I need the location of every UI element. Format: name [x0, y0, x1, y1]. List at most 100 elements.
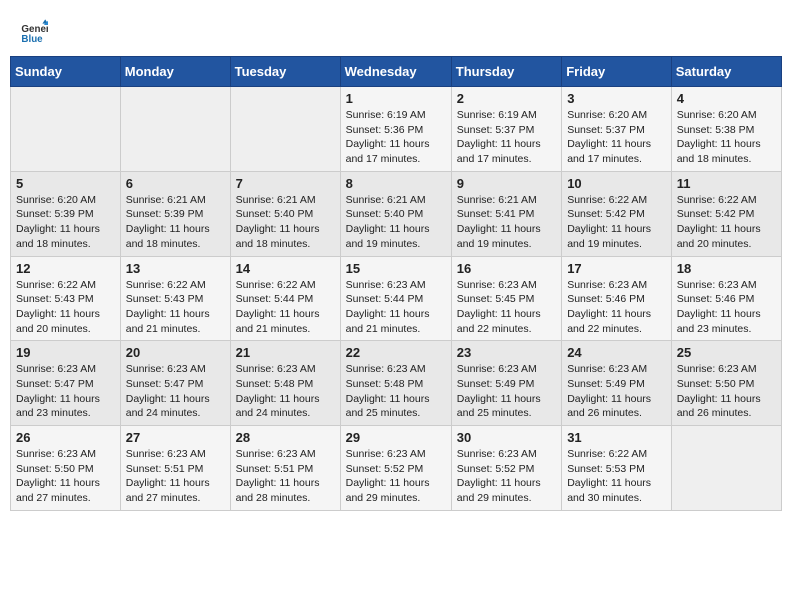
day-number: 1 — [346, 91, 446, 106]
day-info: Sunrise: 6:23 AMSunset: 5:46 PMDaylight:… — [677, 278, 776, 337]
day-cell: 13 Sunrise: 6:22 AMSunset: 5:43 PMDayligh… — [120, 256, 230, 341]
day-number: 6 — [126, 176, 225, 191]
day-cell: 1 Sunrise: 6:19 AMSunset: 5:36 PMDaylight… — [340, 87, 451, 172]
day-info: Sunrise: 6:23 AMSunset: 5:44 PMDaylight:… — [346, 278, 446, 337]
day-cell: 16Sunrise: 6:23 AMSunset: 5:45 PMDayligh… — [451, 256, 561, 341]
day-cell: 23Sunrise: 6:23 AMSunset: 5:49 PMDayligh… — [451, 341, 561, 426]
day-cell: 8 Sunrise: 6:21 AMSunset: 5:40 PMDaylight… — [340, 171, 451, 256]
day-cell: 21 Sunrise: 6:23 AMSunset: 5:48 PMDayligh… — [230, 341, 340, 426]
day-number: 3 — [567, 91, 666, 106]
day-number: 25 — [677, 345, 776, 360]
day-number: 14 — [236, 261, 335, 276]
day-info: Sunrise: 6:22 AMSunset: 5:42 PMDaylight:… — [567, 193, 666, 252]
logo: General Blue — [20, 18, 50, 46]
day-number: 11 — [677, 176, 776, 191]
day-cell: 15 Sunrise: 6:23 AMSunset: 5:44 PMDayligh… — [340, 256, 451, 341]
week-row-2: 5 Sunrise: 6:20 AMSunset: 5:39 PMDaylight… — [11, 171, 782, 256]
day-cell: 14 Sunrise: 6:22 AMSunset: 5:44 PMDayligh… — [230, 256, 340, 341]
day-number: 22 — [346, 345, 446, 360]
day-info: Sunrise: 6:20 AMSunset: 5:38 PMDaylight:… — [677, 108, 776, 167]
day-cell: 22 Sunrise: 6:23 AMSunset: 5:48 PMDayligh… — [340, 341, 451, 426]
day-info: Sunrise: 6:21 AMSunset: 5:39 PMDaylight:… — [126, 193, 225, 252]
day-number: 30 — [457, 430, 556, 445]
day-number: 27 — [126, 430, 225, 445]
day-info: Sunrise: 6:23 AMSunset: 5:51 PMDaylight:… — [126, 447, 225, 506]
day-info: Sunrise: 6:19 AMSunset: 5:37 PMDaylight:… — [457, 108, 556, 167]
day-cell: 6 Sunrise: 6:21 AMSunset: 5:39 PMDaylight… — [120, 171, 230, 256]
day-number: 15 — [346, 261, 446, 276]
day-cell: 28Sunrise: 6:23 AMSunset: 5:51 PMDayligh… — [230, 426, 340, 511]
day-cell: 31 Sunrise: 6:22 AMSunset: 5:53 PMDayligh… — [562, 426, 672, 511]
day-number: 8 — [346, 176, 446, 191]
day-info: Sunrise: 6:22 AMSunset: 5:44 PMDaylight:… — [236, 278, 335, 337]
day-info: Sunrise: 6:23 AMSunset: 5:48 PMDaylight:… — [236, 362, 335, 421]
day-number: 21 — [236, 345, 335, 360]
day-cell: 5 Sunrise: 6:20 AMSunset: 5:39 PMDaylight… — [11, 171, 121, 256]
day-number: 9 — [457, 176, 556, 191]
day-number: 12 — [16, 261, 115, 276]
day-info: Sunrise: 6:22 AMSunset: 5:42 PMDaylight:… — [677, 193, 776, 252]
day-info: Sunrise: 6:21 AMSunset: 5:40 PMDaylight:… — [236, 193, 335, 252]
weekday-header-saturday: Saturday — [671, 57, 781, 87]
day-cell — [230, 87, 340, 172]
day-number: 29 — [346, 430, 446, 445]
day-number: 26 — [16, 430, 115, 445]
day-info: Sunrise: 6:22 AMSunset: 5:43 PMDaylight:… — [16, 278, 115, 337]
weekday-header-row: SundayMondayTuesdayWednesdayThursdayFrid… — [11, 57, 782, 87]
day-cell: 24 Sunrise: 6:23 AMSunset: 5:49 PMDayligh… — [562, 341, 672, 426]
day-cell: 26 Sunrise: 6:23 AMSunset: 5:50 PMDayligh… — [11, 426, 121, 511]
weekday-header-sunday: Sunday — [11, 57, 121, 87]
day-cell: 10 Sunrise: 6:22 AMSunset: 5:42 PMDayligh… — [562, 171, 672, 256]
calendar-wrap: SundayMondayTuesdayWednesdayThursdayFrid… — [0, 56, 792, 521]
day-number: 13 — [126, 261, 225, 276]
week-row-3: 12 Sunrise: 6:22 AMSunset: 5:43 PMDayligh… — [11, 256, 782, 341]
day-cell: 19 Sunrise: 6:23 AMSunset: 5:47 PMDayligh… — [11, 341, 121, 426]
day-info: Sunrise: 6:23 AMSunset: 5:47 PMDaylight:… — [16, 362, 115, 421]
day-info: Sunrise: 6:19 AMSunset: 5:36 PMDaylight:… — [346, 108, 446, 167]
day-number: 19 — [16, 345, 115, 360]
day-cell: 25 Sunrise: 6:23 AMSunset: 5:50 PMDayligh… — [671, 341, 781, 426]
day-cell: 7 Sunrise: 6:21 AMSunset: 5:40 PMDaylight… — [230, 171, 340, 256]
day-info: Sunrise: 6:23 AMSunset: 5:45 PMDaylight:… — [457, 278, 556, 337]
day-cell: 30 Sunrise: 6:23 AMSunset: 5:52 PMDayligh… — [451, 426, 561, 511]
day-info: Sunrise: 6:23 AMSunset: 5:49 PMDaylight:… — [457, 362, 556, 421]
day-info: Sunrise: 6:23 AMSunset: 5:48 PMDaylight:… — [346, 362, 446, 421]
day-cell — [120, 87, 230, 172]
day-number: 4 — [677, 91, 776, 106]
week-row-4: 19 Sunrise: 6:23 AMSunset: 5:47 PMDayligh… — [11, 341, 782, 426]
svg-text:Blue: Blue — [21, 34, 43, 45]
day-cell: 27 Sunrise: 6:23 AMSunset: 5:51 PMDayligh… — [120, 426, 230, 511]
day-info: Sunrise: 6:23 AMSunset: 5:50 PMDaylight:… — [16, 447, 115, 506]
day-info: Sunrise: 6:22 AMSunset: 5:43 PMDaylight:… — [126, 278, 225, 337]
day-info: Sunrise: 6:22 AMSunset: 5:53 PMDaylight:… — [567, 447, 666, 506]
day-number: 28 — [236, 430, 335, 445]
day-info: Sunrise: 6:23 AMSunset: 5:50 PMDaylight:… — [677, 362, 776, 421]
day-number: 5 — [16, 176, 115, 191]
day-number: 24 — [567, 345, 666, 360]
day-cell: 12 Sunrise: 6:22 AMSunset: 5:43 PMDayligh… — [11, 256, 121, 341]
day-info: Sunrise: 6:21 AMSunset: 5:40 PMDaylight:… — [346, 193, 446, 252]
day-cell: 11 Sunrise: 6:22 AMSunset: 5:42 PMDayligh… — [671, 171, 781, 256]
day-number: 2 — [457, 91, 556, 106]
day-info: Sunrise: 6:20 AMSunset: 5:39 PMDaylight:… — [16, 193, 115, 252]
day-number: 31 — [567, 430, 666, 445]
day-number: 20 — [126, 345, 225, 360]
day-number: 10 — [567, 176, 666, 191]
day-info: Sunrise: 6:23 AMSunset: 5:49 PMDaylight:… — [567, 362, 666, 421]
weekday-header-tuesday: Tuesday — [230, 57, 340, 87]
day-cell: 4 Sunrise: 6:20 AMSunset: 5:38 PMDaylight… — [671, 87, 781, 172]
day-cell: 3Sunrise: 6:20 AMSunset: 5:37 PMDaylight… — [562, 87, 672, 172]
week-row-5: 26 Sunrise: 6:23 AMSunset: 5:50 PMDayligh… — [11, 426, 782, 511]
day-cell: 29 Sunrise: 6:23 AMSunset: 5:52 PMDayligh… — [340, 426, 451, 511]
day-number: 7 — [236, 176, 335, 191]
header: General Blue — [0, 0, 792, 56]
week-row-1: 1 Sunrise: 6:19 AMSunset: 5:36 PMDaylight… — [11, 87, 782, 172]
day-info: Sunrise: 6:23 AMSunset: 5:52 PMDaylight:… — [346, 447, 446, 506]
weekday-header-wednesday: Wednesday — [340, 57, 451, 87]
day-cell — [671, 426, 781, 511]
weekday-header-thursday: Thursday — [451, 57, 561, 87]
day-info: Sunrise: 6:23 AMSunset: 5:52 PMDaylight:… — [457, 447, 556, 506]
day-cell: 18Sunrise: 6:23 AMSunset: 5:46 PMDayligh… — [671, 256, 781, 341]
day-cell: 9Sunrise: 6:21 AMSunset: 5:41 PMDaylight… — [451, 171, 561, 256]
weekday-header-monday: Monday — [120, 57, 230, 87]
